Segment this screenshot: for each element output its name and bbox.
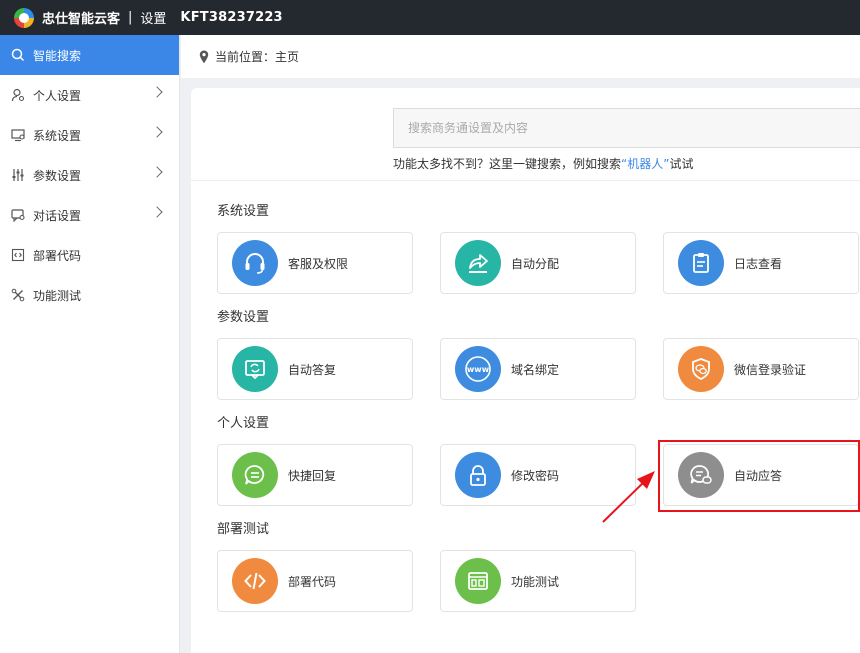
sidebar-item-label: 系统设置: [33, 128, 82, 143]
breadcrumb-prefix: 当前位置：: [215, 50, 276, 64]
settings-title: 设置: [140, 12, 167, 27]
app-name: 忠仕智能云客: [42, 12, 121, 27]
card-label: 自动分配: [511, 256, 560, 271]
sidebar: 智能搜索 个人设置 系统设置 参数设置 对话设置 部署代码 功能测试: [0, 35, 180, 653]
monitor-icon: [11, 128, 25, 142]
chevron-right-icon: [151, 166, 163, 178]
top-bar: 忠仕智能云客 | 设置 KFT38237223: [0, 0, 860, 35]
share-icon: [455, 240, 501, 286]
location-pin-icon: [199, 50, 209, 63]
card-label: 日志查看: [734, 256, 783, 271]
card-label: 微信登录验证: [734, 362, 807, 377]
sidebar-item-deploy-code[interactable]: 部署代码: [0, 235, 179, 275]
app-logo-icon: [14, 7, 34, 28]
auto-answer-icon: [678, 452, 724, 498]
card-auto-answer[interactable]: 自动应答: [663, 444, 859, 506]
shield-wechat-icon: [678, 346, 724, 392]
sidebar-item-smart-search[interactable]: 智能搜索: [0, 35, 179, 75]
sidebar-item-label: 参数设置: [33, 168, 82, 183]
sidebar-item-dialog-settings[interactable]: 对话设置: [0, 195, 179, 235]
layout-icon: [455, 558, 501, 604]
search-hint-suffix: 试试: [669, 157, 694, 171]
sidebar-item-label: 功能测试: [33, 288, 82, 303]
card-auto-reply[interactable]: 自动答复: [217, 338, 413, 400]
card-label: 快捷回复: [288, 468, 337, 483]
divider: [191, 180, 860, 181]
svg-text:www: www: [467, 365, 490, 374]
search-icon: [11, 48, 25, 62]
chevron-right-icon: [151, 206, 163, 218]
card-label: 部署代码: [288, 574, 337, 589]
sliders-icon: [11, 168, 25, 182]
card-quick-reply[interactable]: 快捷回复: [217, 444, 413, 506]
chevron-right-icon: [151, 126, 163, 138]
breadcrumb-current[interactable]: 主页: [275, 48, 299, 65]
section-title-parameters: 参数设置: [217, 310, 270, 325]
card-log-view[interactable]: 日志查看: [663, 232, 859, 294]
code-icon: [232, 558, 278, 604]
card-auto-distribution[interactable]: 自动分配: [440, 232, 636, 294]
chat-icon: [11, 208, 25, 222]
card-deploy-code[interactable]: 部署代码: [217, 550, 413, 612]
section-title-deploy-test: 部署测试: [217, 522, 270, 537]
sidebar-item-parameter-settings[interactable]: 参数设置: [0, 155, 179, 195]
sidebar-item-label: 个人设置: [33, 88, 82, 103]
sidebar-item-label: 智能搜索: [33, 48, 82, 63]
clipboard-icon: [678, 240, 724, 286]
sidebar-item-label: 对话设置: [33, 208, 82, 223]
chevron-right-icon: [151, 86, 163, 98]
lock-icon: [455, 452, 501, 498]
www-icon: www: [455, 346, 501, 392]
section-title-personal: 个人设置: [217, 416, 270, 431]
card-wechat-login-verification[interactable]: 微信登录验证: [663, 338, 859, 400]
headset-icon: [232, 240, 278, 286]
section-title-system: 系统设置: [217, 204, 270, 219]
card-label: 功能测试: [511, 574, 560, 589]
sidebar-item-system-settings[interactable]: 系统设置: [0, 115, 179, 155]
search-hint-keyword[interactable]: “机器人”: [621, 157, 669, 171]
card-domain-binding[interactable]: www 域名绑定: [440, 338, 636, 400]
search-hint: 功能太多找不到？这里一键搜索，例如搜索“机器人”试试: [393, 155, 693, 172]
card-label: 自动应答: [734, 468, 783, 483]
card-label: 域名绑定: [511, 362, 560, 377]
breadcrumb: 当前位置： 主页: [181, 35, 860, 78]
search-hint-text: 功能太多找不到？这里一键搜索，例如搜索: [393, 157, 622, 171]
card-function-test[interactable]: 功能测试: [440, 550, 636, 612]
card-label: 客服及权限: [288, 256, 349, 271]
card-label: 修改密码: [511, 468, 560, 483]
code-icon: [11, 248, 25, 262]
user-icon: [11, 88, 25, 102]
card-customer-service-permissions[interactable]: 客服及权限: [217, 232, 413, 294]
search-input[interactable]: [408, 121, 860, 135]
main-panel: 功能太多找不到？这里一键搜索，例如搜索“机器人”试试 系统设置 客服及权限 自动…: [191, 88, 860, 653]
auto-reply-icon: [232, 346, 278, 392]
sidebar-item-label: 部署代码: [33, 248, 82, 263]
account-id: KFT38237223: [180, 10, 283, 25]
tools-icon: [11, 288, 25, 302]
quick-reply-icon: [232, 452, 278, 498]
sidebar-item-function-test[interactable]: 功能测试: [0, 275, 179, 315]
card-label: 自动答复: [288, 362, 337, 377]
annotation-arrow-icon: [602, 471, 655, 523]
sidebar-item-personal-settings[interactable]: 个人设置: [0, 75, 179, 115]
search-box: [393, 108, 860, 148]
title-separator: |: [128, 10, 133, 25]
